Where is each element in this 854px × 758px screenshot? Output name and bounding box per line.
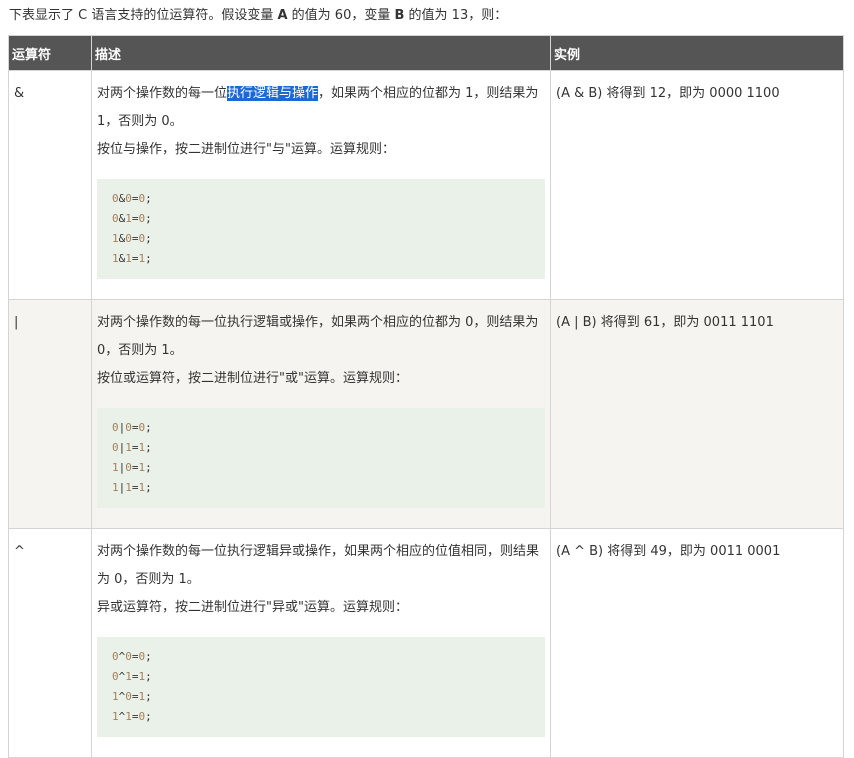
code-equals: =: [131, 461, 139, 474]
table-row: ^ 对两个操作数的每一位执行逻辑异或操作，如果两个相应的位值相同，则结果为 0，…: [8, 528, 844, 758]
operator-cell: ^: [8, 528, 92, 758]
code-semicolon: ;: [145, 232, 152, 245]
code-equals: =: [131, 710, 139, 723]
description-cell: 对两个操作数的每一位执行逻辑或操作，如果两个相应的位都为 0，则结果为 0，否则…: [91, 299, 551, 529]
code-operand-a: 0: [112, 421, 119, 434]
intro-part1: 下表显示了 C 语言支持的位运算符。假设变量: [9, 8, 278, 23]
code-operand-b: 0: [125, 650, 132, 663]
code-operand-b: 0: [125, 192, 132, 205]
code-equals: =: [131, 441, 139, 454]
code-operand-b: 1: [125, 252, 132, 265]
operator-cell: &: [8, 70, 92, 300]
code-semicolon: ;: [145, 710, 152, 723]
code-operand-a: 0: [112, 192, 119, 205]
operator-cell: |: [8, 299, 92, 529]
description-rule-intro: 按位与操作，按二进制位进行"与"运算。运算规则：: [97, 142, 395, 157]
description-part: 对两个操作数的每一位: [97, 86, 228, 101]
code-semicolon: ;: [145, 212, 152, 225]
intro-part2: 的值为 60，变量: [287, 8, 395, 23]
code-line: 0^0=0;: [112, 647, 545, 667]
code-operand-b: 1: [125, 481, 132, 494]
code-operand-b: 1: [125, 670, 132, 683]
code-operand-a: 1: [112, 252, 119, 265]
code-operand-a: 1: [112, 232, 119, 245]
code-operand-a: 0: [112, 441, 119, 454]
code-operand-a: 1: [112, 461, 119, 474]
code-operand-b: 0: [125, 232, 132, 245]
code-line: 1^0=1;: [112, 687, 545, 707]
description-text: 对两个操作数的每一位执行逻辑与操作，如果两个相应的位都为 1，则结果为 1，否则…: [97, 80, 545, 136]
code-operand-a: 1: [112, 481, 119, 494]
code-semicolon: ;: [145, 252, 152, 265]
description-text: 对两个操作数的每一位执行逻辑异或操作，如果两个相应的位值相同，则结果为 0，否则…: [97, 544, 540, 587]
intro-part3: 的值为 13，则：: [404, 8, 508, 23]
code-equals: =: [131, 481, 139, 494]
code-operand-a: 0: [112, 650, 119, 663]
code-line: 0|1=1;: [112, 438, 545, 458]
code-semicolon: ;: [145, 192, 152, 205]
code-operand-a: 0: [112, 212, 119, 225]
description-rule-intro: 按位或运算符，按二进制位进行"或"运算。运算规则：: [97, 371, 408, 386]
code-semicolon: ;: [145, 690, 152, 703]
code-line: 1|1=1;: [112, 478, 545, 498]
code-semicolon: ;: [145, 461, 152, 474]
code-line: 0&0=0;: [112, 189, 545, 209]
description-rule-intro: 异或运算符，按二进制位进行"异或"运算。运算规则：: [97, 600, 408, 615]
code-equals: =: [131, 192, 139, 205]
code-operand-b: 1: [125, 710, 132, 723]
code-line: 0^1=1;: [112, 667, 545, 687]
code-block: 0|0=0; 0|1=1; 1|0=1; 1|1=1;: [97, 408, 545, 508]
code-equals: =: [131, 212, 139, 225]
code-operand-b: 0: [125, 421, 132, 434]
code-operand-b: 1: [125, 212, 132, 225]
code-line: 1|0=1;: [112, 458, 545, 478]
intro-text: 下表显示了 C 语言支持的位运算符。假设变量 A 的值为 60，变量 B 的值为…: [9, 7, 507, 25]
code-equals: =: [131, 650, 139, 663]
code-operand-a: 1: [112, 710, 119, 723]
code-operand-a: 0: [112, 670, 119, 683]
code-semicolon: ;: [145, 670, 152, 683]
description-cell: 对两个操作数的每一位执行逻辑异或操作，如果两个相应的位值相同，则结果为 0，否则…: [91, 528, 551, 758]
code-semicolon: ;: [145, 421, 152, 434]
code-line: 0&1=0;: [112, 209, 545, 229]
code-operand-a: 1: [112, 690, 119, 703]
code-equals: =: [131, 690, 139, 703]
code-line: 1&1=1;: [112, 249, 545, 269]
header-example: 实例: [550, 35, 844, 71]
code-operand-b: 0: [125, 690, 132, 703]
code-equals: =: [131, 670, 139, 683]
intro-var-a: A: [277, 8, 288, 23]
code-semicolon: ;: [145, 481, 152, 494]
code-equals: =: [131, 421, 139, 434]
code-line: 0|0=0;: [112, 418, 545, 438]
table-header-row: 运算符 描述 实例: [8, 35, 844, 71]
code-block: 0^0=0; 0^1=1; 1^0=1; 1^1=0;: [97, 637, 545, 737]
table-row: | 对两个操作数的每一位执行逻辑或操作，如果两个相应的位都为 0，则结果为 0，…: [8, 299, 844, 529]
code-line: 1^1=0;: [112, 707, 545, 727]
header-operator: 运算符: [8, 35, 92, 71]
code-semicolon: ;: [145, 650, 152, 663]
table-row: & 对两个操作数的每一位执行逻辑与操作，如果两个相应的位都为 1，则结果为 1，…: [8, 70, 844, 300]
example-cell: (A | B) 将得到 61，即为 0011 1101: [550, 299, 844, 529]
header-description: 描述: [91, 35, 551, 71]
bitwise-operators-table: 运算符 描述 实例 & 对两个操作数的每一位执行逻辑与操作，如果两个相应的位都为…: [8, 35, 844, 758]
selected-text[interactable]: 执行逻辑与操作: [227, 86, 319, 101]
description-cell: 对两个操作数的每一位执行逻辑与操作，如果两个相应的位都为 1，则结果为 1，否则…: [91, 70, 551, 300]
code-operand-b: 1: [125, 441, 132, 454]
description-text: 对两个操作数的每一位执行逻辑或操作，如果两个相应的位都为 0，则结果为 0，否则…: [97, 315, 539, 358]
example-cell: (A ^ B) 将得到 49，即为 0011 0001: [550, 528, 844, 758]
code-equals: =: [131, 232, 139, 245]
code-block: 0&0=0; 0&1=0; 1&0=0; 1&1=1;: [97, 179, 545, 279]
code-line: 1&0=0;: [112, 229, 545, 249]
code-operand-b: 0: [125, 461, 132, 474]
example-cell: (A & B) 将得到 12，即为 0000 1100: [550, 70, 844, 300]
code-semicolon: ;: [145, 441, 152, 454]
intro-var-b: B: [394, 8, 405, 23]
code-equals: =: [131, 252, 139, 265]
